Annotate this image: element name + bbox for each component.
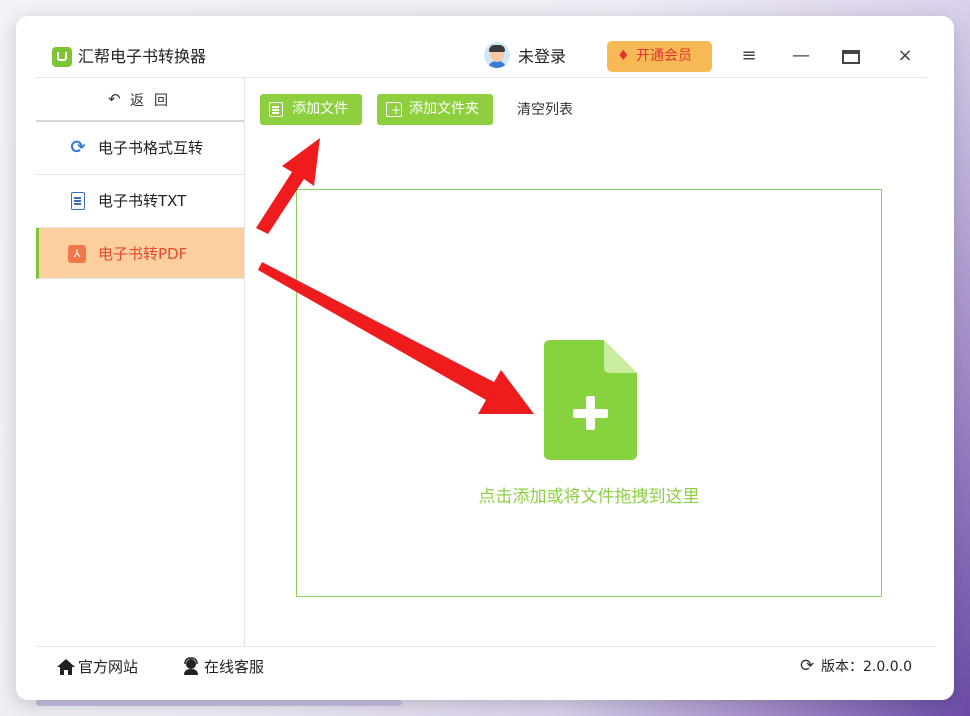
customer-service-icon — [184, 657, 198, 675]
version-label: 版本：2.0.0.0 — [821, 659, 912, 675]
arrow-to-add-file — [256, 138, 320, 234]
footer: 官方网站 在线客服 ⟳ 版本：2.0.0.0 — [36, 646, 936, 687]
home-icon — [57, 659, 75, 675]
taskbar-strip — [36, 700, 402, 706]
arrow-to-drop-zone — [258, 262, 534, 414]
annotation-arrows — [256, 138, 534, 414]
app-window: 汇帮电子书转换器 未登录 ♦ 开通会员 ≡ — × ↶ 返回 ⟳ 电子书格式互转… — [16, 16, 954, 700]
refresh-icon[interactable]: ⟳ — [800, 657, 814, 675]
online-support-link[interactable]: 在线客服 — [204, 658, 264, 676]
official-website-link[interactable]: 官方网站 — [78, 658, 138, 676]
